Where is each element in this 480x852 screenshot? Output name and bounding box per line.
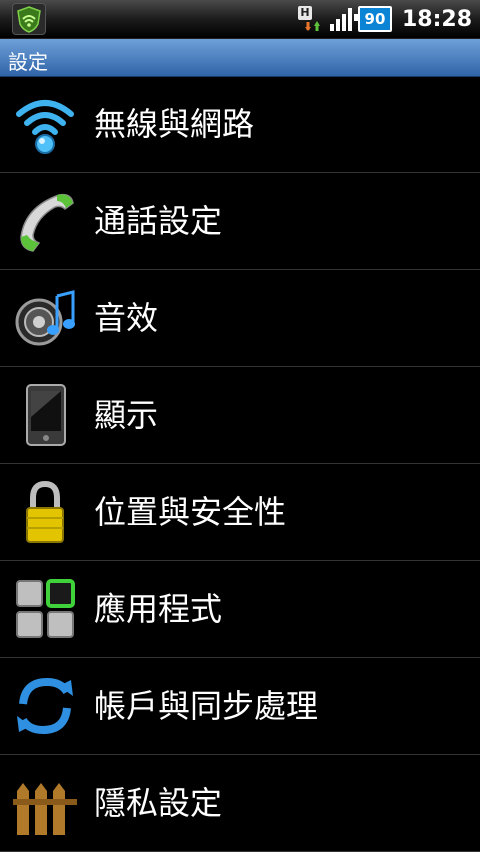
settings-item-privacy[interactable]: 隱私設定: [0, 755, 480, 852]
page-title: 設定: [8, 50, 48, 74]
display-phone-icon: [13, 383, 77, 447]
settings-item-label: 帳戶與同步處理: [94, 687, 319, 725]
settings-item-location-security[interactable]: 位置與安全性: [0, 464, 480, 561]
signal-strength-icon: [329, 7, 352, 31]
settings-item-label: 無線與網路: [94, 105, 255, 143]
apps-grid-icon: [13, 577, 77, 641]
settings-item-call[interactable]: 通話設定: [0, 173, 480, 270]
settings-item-applications[interactable]: 應用程式: [0, 561, 480, 658]
sync-arrows-icon: [13, 674, 77, 738]
settings-item-label: 應用程式: [94, 590, 223, 628]
speaker-music-icon: [13, 286, 77, 350]
title-bar: 設定: [0, 39, 480, 77]
settings-list[interactable]: 無線與網路 通話設定 音效 顯示 位置與安全性 應用程式 帳戶與同步處理 隱私設…: [0, 76, 480, 852]
settings-item-display[interactable]: 顯示: [0, 367, 480, 464]
data-network-icon: H: [297, 6, 324, 32]
status-bar[interactable]: H 90 18:28: [0, 0, 480, 39]
battery-icon: 90: [353, 6, 392, 32]
notification-shield-icon: [12, 3, 46, 35]
settings-item-label: 通話設定: [94, 202, 223, 240]
settings-item-wireless[interactable]: 無線與網路: [0, 76, 480, 173]
phone-handset-icon: [13, 189, 77, 253]
settings-item-label: 隱私設定: [94, 784, 223, 822]
settings-item-sound[interactable]: 音效: [0, 270, 480, 367]
settings-item-label: 音效: [94, 299, 159, 337]
padlock-icon: [13, 480, 77, 544]
settings-item-accounts-sync[interactable]: 帳戶與同步處理: [0, 658, 480, 755]
fence-icon: [13, 771, 77, 835]
settings-item-label: 顯示: [94, 396, 159, 434]
battery-level: 90: [364, 10, 386, 28]
clock: 18:28: [401, 6, 472, 32]
settings-item-label: 位置與安全性: [94, 493, 287, 531]
wifi-icon: [13, 92, 77, 156]
